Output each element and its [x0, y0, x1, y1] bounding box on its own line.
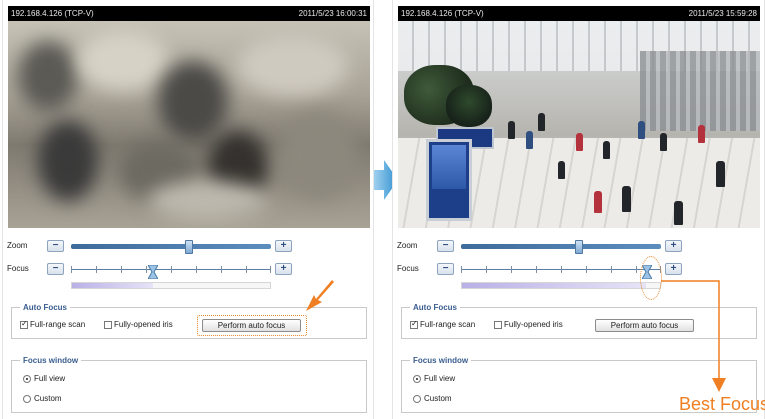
full-range-scan-checkbox[interactable]: Full-range scan: [20, 319, 86, 329]
custom-label: Custom: [34, 394, 62, 403]
zoom-in-button[interactable]: +: [665, 240, 682, 252]
full-view-label: Full view: [34, 374, 66, 383]
perform-auto-focus-button[interactable]: Perform auto focus: [595, 319, 694, 332]
focus-window-legend: Focus window: [23, 356, 79, 365]
focus-window-group: Focus window: [11, 356, 367, 413]
zoom-label: Zoom: [7, 241, 28, 250]
focus-slider-thumb[interactable]: [148, 265, 158, 279]
best-focus-label: Best Focus: [679, 394, 765, 414]
auto-focus-legend: Auto Focus: [413, 303, 457, 312]
fully-opened-iris-label: Fully-opened iris: [504, 320, 563, 329]
focus-near-button[interactable]: −: [437, 263, 454, 275]
minus-icon: −: [52, 240, 59, 251]
focus-scan-fill: [72, 283, 154, 288]
zoom-out-button[interactable]: −: [47, 240, 64, 252]
custom-radio[interactable]: Custom: [23, 394, 62, 403]
video-titlebar: 192.168.4.126 (TCP-V) 2011/5/23 15:59:28: [398, 6, 760, 21]
full-range-scan-label: Full-range scan: [30, 320, 86, 329]
focus-far-button[interactable]: +: [275, 263, 292, 275]
full-range-scan-checkbox[interactable]: Full-range scan: [410, 319, 476, 329]
checkbox-icon: [410, 319, 418, 329]
camera-panel-before: 192.168.4.126 (TCP-V) 2011/5/23 16:00:31…: [2, 0, 374, 419]
full-view-radio[interactable]: Full view: [413, 374, 455, 383]
custom-radio[interactable]: Custom: [413, 394, 452, 403]
video-timestamp: 2011/5/23 16:00:31: [298, 9, 367, 18]
zoom-slider[interactable]: [71, 240, 271, 254]
radio-icon: [413, 374, 421, 383]
custom-label: Custom: [424, 394, 452, 403]
focus-label: Focus: [397, 264, 419, 273]
plus-icon: +: [670, 240, 677, 251]
camera-address: 192.168.4.126 (TCP-V): [401, 9, 484, 18]
focused-video-frame: [398, 21, 760, 228]
plus-icon: +: [670, 263, 677, 274]
zoom-out-button[interactable]: −: [437, 240, 454, 252]
camera-address: 192.168.4.126 (TCP-V): [11, 9, 94, 18]
camera-panel-after: 192.168.4.126 (TCP-V) 2011/5/23 15:59:28: [392, 0, 765, 419]
video-titlebar: 192.168.4.126 (TCP-V) 2011/5/23 16:00:31: [8, 6, 370, 21]
focus-slider[interactable]: [71, 265, 271, 279]
zoom-control: Zoom − +: [397, 240, 761, 254]
fully-opened-iris-checkbox[interactable]: Fully-opened iris: [494, 320, 563, 329]
zoom-slider-thumb[interactable]: [185, 240, 193, 254]
focus-slider[interactable]: [461, 265, 661, 279]
full-view-label: Full view: [424, 374, 456, 383]
focus-far-button[interactable]: +: [665, 263, 682, 275]
video-view[interactable]: 192.168.4.126 (TCP-V) 2011/5/23 15:59:28: [398, 6, 760, 228]
radio-icon: [23, 374, 31, 383]
video-timestamp: 2011/5/23 15:59:28: [688, 9, 757, 18]
zoom-control: Zoom − +: [7, 240, 371, 254]
checkbox-icon: [20, 319, 28, 329]
video-view[interactable]: 192.168.4.126 (TCP-V) 2011/5/23 16:00:31: [8, 6, 370, 228]
pointer-arrow-icon: [306, 280, 334, 311]
zoom-label: Zoom: [397, 241, 418, 250]
auto-focus-legend: Auto Focus: [23, 303, 67, 312]
blurred-video-frame: [8, 21, 370, 228]
radio-icon: [413, 394, 421, 403]
focus-near-button[interactable]: −: [47, 263, 64, 275]
minus-icon: −: [52, 263, 59, 274]
best-focus-highlight: [640, 256, 662, 300]
plus-icon: +: [280, 263, 287, 274]
focus-label: Focus: [7, 264, 29, 273]
focus-window-legend: Focus window: [413, 356, 469, 365]
focus-scan-progress: [461, 282, 661, 289]
highlight-perform-button: [197, 315, 307, 336]
zoom-slider-thumb[interactable]: [575, 240, 583, 254]
slider-thumb-icon: [148, 265, 158, 279]
zoom-slider[interactable]: [461, 240, 661, 254]
minus-icon: −: [442, 240, 449, 251]
plus-icon: +: [280, 240, 287, 251]
radio-icon: [23, 394, 31, 403]
fully-opened-iris-label: Fully-opened iris: [114, 320, 173, 329]
checkbox-icon: [104, 320, 112, 329]
checkbox-icon: [494, 320, 502, 329]
focus-control: Focus − +: [397, 263, 761, 279]
full-view-radio[interactable]: Full view: [23, 374, 65, 383]
full-range-scan-label: Full-range scan: [420, 320, 476, 329]
fully-opened-iris-checkbox[interactable]: Fully-opened iris: [104, 320, 173, 329]
focus-scan-fill: [462, 283, 647, 288]
minus-icon: −: [442, 263, 449, 274]
focus-scan-progress: [71, 282, 271, 289]
zoom-in-button[interactable]: +: [275, 240, 292, 252]
focus-control: Focus − +: [7, 263, 371, 279]
